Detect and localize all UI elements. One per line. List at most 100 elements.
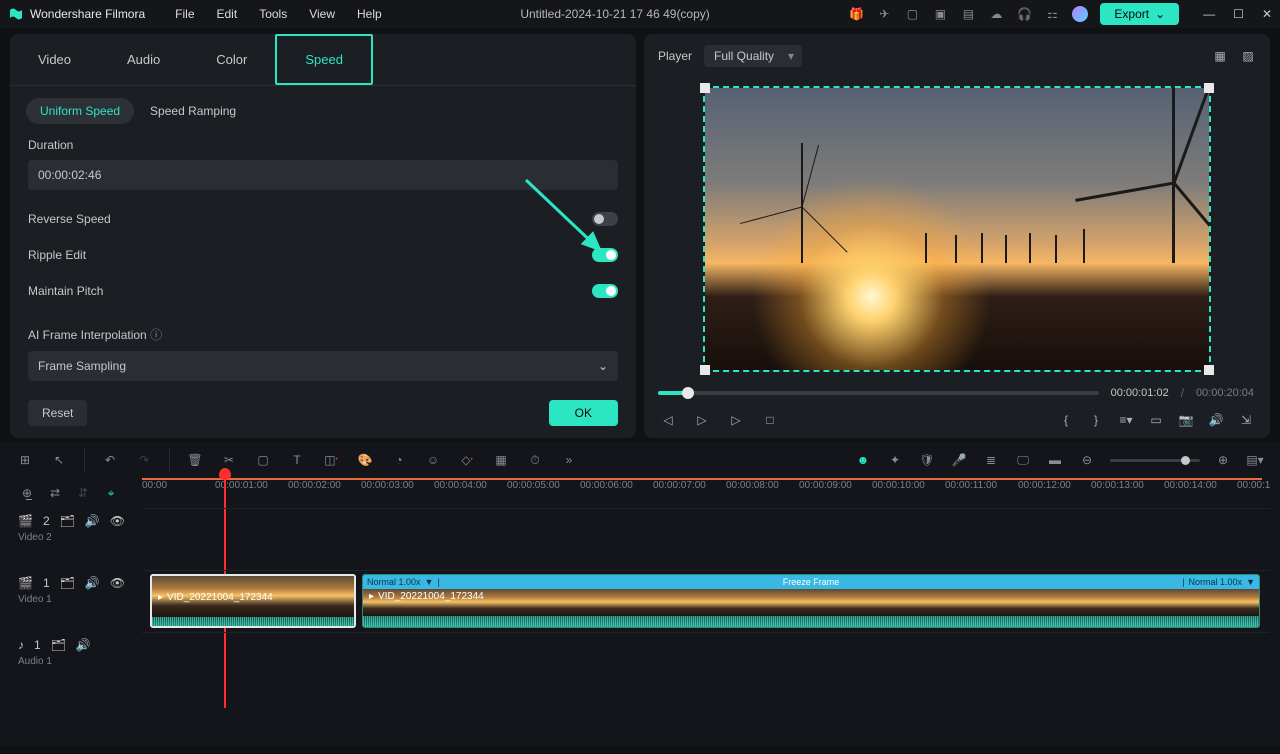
- snapshot-icon[interactable]: 📷: [1178, 412, 1194, 428]
- maintain-pitch-toggle[interactable]: [592, 284, 618, 298]
- prev-frame-icon[interactable]: ◁: [660, 412, 676, 428]
- menu-tools[interactable]: Tools: [259, 7, 287, 21]
- clip-1[interactable]: ▸VID_20221004_172344: [150, 574, 356, 628]
- track-label-video1: Video 1: [18, 594, 134, 605]
- volume-icon[interactable]: 🔊: [1208, 412, 1224, 428]
- clip-2[interactable]: Normal 1.00x▼| Freeze Frame |Normal 1.00…: [362, 574, 1260, 628]
- stop-icon[interactable]: □: [762, 412, 778, 428]
- tab-audio[interactable]: Audio: [99, 34, 188, 85]
- layout-2-icon[interactable]: ▣: [932, 6, 948, 22]
- mic-icon[interactable]: 🎤: [950, 451, 968, 469]
- tab-color[interactable]: Color: [188, 34, 275, 85]
- avatar-icon[interactable]: [1072, 6, 1088, 22]
- brace-close-icon[interactable]: }: [1088, 412, 1104, 428]
- last-arrow-icon[interactable]: ⇲: [1238, 412, 1254, 428]
- close-button[interactable]: ✕: [1262, 7, 1272, 21]
- track-header-video1[interactable]: 🎬1 🗂 🔊 👁 Video 1: [10, 570, 142, 632]
- zoom-in-icon[interactable]: ⊕: [1214, 451, 1232, 469]
- delete-icon[interactable]: 🗑: [186, 451, 204, 469]
- track-lane-video1[interactable]: ▸VID_20221004_172344 Normal 1.00x▼| Free…: [142, 570, 1270, 632]
- duration-input[interactable]: [28, 160, 618, 190]
- dropdown-icon[interactable]: ▼: [1246, 577, 1255, 587]
- reset-button[interactable]: Reset: [28, 400, 87, 426]
- handle-bottom-right[interactable]: [1204, 365, 1214, 375]
- display-icon[interactable]: ▭: [1148, 412, 1164, 428]
- cursor-icon[interactable]: ↖: [50, 451, 68, 469]
- minimize-button[interactable]: —: [1203, 7, 1215, 21]
- smiley-icon[interactable]: ☺: [424, 451, 442, 469]
- menu-edit[interactable]: Edit: [217, 7, 238, 21]
- timer-icon[interactable]: ⏱: [526, 451, 544, 469]
- ripple-edit-toggle[interactable]: [592, 248, 618, 262]
- magnet-icon[interactable]: ⌖: [102, 484, 120, 502]
- cut-icon[interactable]: ✂: [220, 451, 238, 469]
- brace-open-icon[interactable]: {: [1058, 412, 1074, 428]
- layout-1-icon[interactable]: ▢: [904, 6, 920, 22]
- sparkle-icon[interactable]: ✦: [886, 451, 904, 469]
- track-header-audio1[interactable]: ♪1 🗂 🔊 Audio 1: [10, 632, 142, 676]
- send-icon[interactable]: ✈: [876, 6, 892, 22]
- preview-frame[interactable]: [703, 86, 1211, 372]
- gift-icon[interactable]: 🎁: [848, 6, 864, 22]
- ai-frame-interpolation-select[interactable]: Frame Sampling ⌄: [28, 351, 618, 381]
- property-panel: Video Audio Color Speed Uniform Speed Sp…: [10, 34, 636, 438]
- tab-video[interactable]: Video: [10, 34, 99, 85]
- track-header-video2[interactable]: 🎬2 🗂 🔊 👁 Video 2: [10, 508, 142, 570]
- settings-icon[interactable]: ⚏: [1044, 6, 1060, 22]
- ruler-tick: 00:00:04:00: [434, 480, 487, 491]
- layout-dropdown-icon[interactable]: ▤▾: [1246, 451, 1264, 469]
- cloud-icon[interactable]: ☁: [988, 6, 1004, 22]
- player-quality-select[interactable]: Full Quality: [704, 45, 802, 67]
- grid-tool-icon[interactable]: ▦: [492, 451, 510, 469]
- speed-tool-icon[interactable]: ◔: [390, 451, 408, 469]
- menu-file[interactable]: File: [175, 7, 194, 21]
- zoom-out-icon[interactable]: ⊖: [1078, 451, 1096, 469]
- text-icon[interactable]: T: [288, 451, 306, 469]
- ok-button[interactable]: OK: [549, 400, 618, 426]
- track-lane-video2[interactable]: [142, 508, 1270, 570]
- playhead-handle[interactable]: [219, 468, 231, 480]
- sub-tab-speed-ramping[interactable]: Speed Ramping: [140, 98, 246, 124]
- mixer-icon[interactable]: ≣: [982, 451, 1000, 469]
- headphones-icon[interactable]: 🎧: [1016, 6, 1032, 22]
- maximize-button[interactable]: ☐: [1233, 7, 1244, 21]
- menu-view[interactable]: View: [309, 7, 335, 21]
- zoom-slider[interactable]: [1110, 459, 1200, 462]
- ai-icon[interactable]: ☻: [854, 451, 872, 469]
- add-track-icon[interactable]: ⊕̲: [18, 484, 36, 502]
- ruler-tick: 00:00:01:00: [215, 480, 268, 491]
- marker-list-icon[interactable]: ≡▾: [1118, 412, 1134, 428]
- handle-top-left[interactable]: [700, 83, 710, 93]
- help-icon[interactable]: ⓘ: [150, 328, 162, 342]
- seek-bar[interactable]: [658, 391, 1099, 395]
- color-icon[interactable]: 🎨: [356, 451, 374, 469]
- play-icon[interactable]: ▷: [728, 412, 744, 428]
- image-view-icon[interactable]: ▨: [1240, 48, 1256, 64]
- more-tools-icon[interactable]: »: [560, 451, 578, 469]
- handle-top-right[interactable]: [1204, 83, 1214, 93]
- crop-icon[interactable]: ▢: [254, 451, 272, 469]
- export-button[interactable]: Export ⌄: [1100, 3, 1179, 25]
- undo-icon[interactable]: ↶: [101, 451, 119, 469]
- reverse-speed-toggle[interactable]: [592, 212, 618, 226]
- track-lane-audio1[interactable]: [142, 632, 1270, 676]
- track-area[interactable]: ✂ ▸VID_20221004_172344 Normal 1.00x▼| Fr…: [142, 508, 1270, 676]
- time-ruler[interactable]: 00:0000:00:01:0000:00:02:0000:00:03:0000…: [142, 478, 1270, 508]
- marker-icon[interactable]: ▬: [1046, 451, 1064, 469]
- keyframe-icon[interactable]: ◇•: [458, 451, 476, 469]
- sync-icon[interactable]: ⇵: [74, 484, 92, 502]
- handle-bottom-left[interactable]: [700, 365, 710, 375]
- step-forward-icon[interactable]: ▷: [694, 412, 710, 428]
- apps-icon[interactable]: ⊞: [16, 451, 34, 469]
- tab-speed[interactable]: Speed: [275, 34, 373, 85]
- menu-help[interactable]: Help: [357, 7, 382, 21]
- dropdown-icon[interactable]: ▼: [425, 577, 434, 587]
- grid-view-icon[interactable]: ▦: [1212, 48, 1228, 64]
- link-icon[interactable]: ⇄: [46, 484, 64, 502]
- sub-tab-uniform-speed[interactable]: Uniform Speed: [26, 98, 134, 124]
- monitor-icon[interactable]: 🖵: [1014, 451, 1032, 469]
- redo-icon[interactable]: ↷: [135, 451, 153, 469]
- layout-3-icon[interactable]: ▤: [960, 6, 976, 22]
- scale-icon[interactable]: ◫•: [322, 451, 340, 469]
- shield-icon[interactable]: 🛡: [918, 451, 936, 469]
